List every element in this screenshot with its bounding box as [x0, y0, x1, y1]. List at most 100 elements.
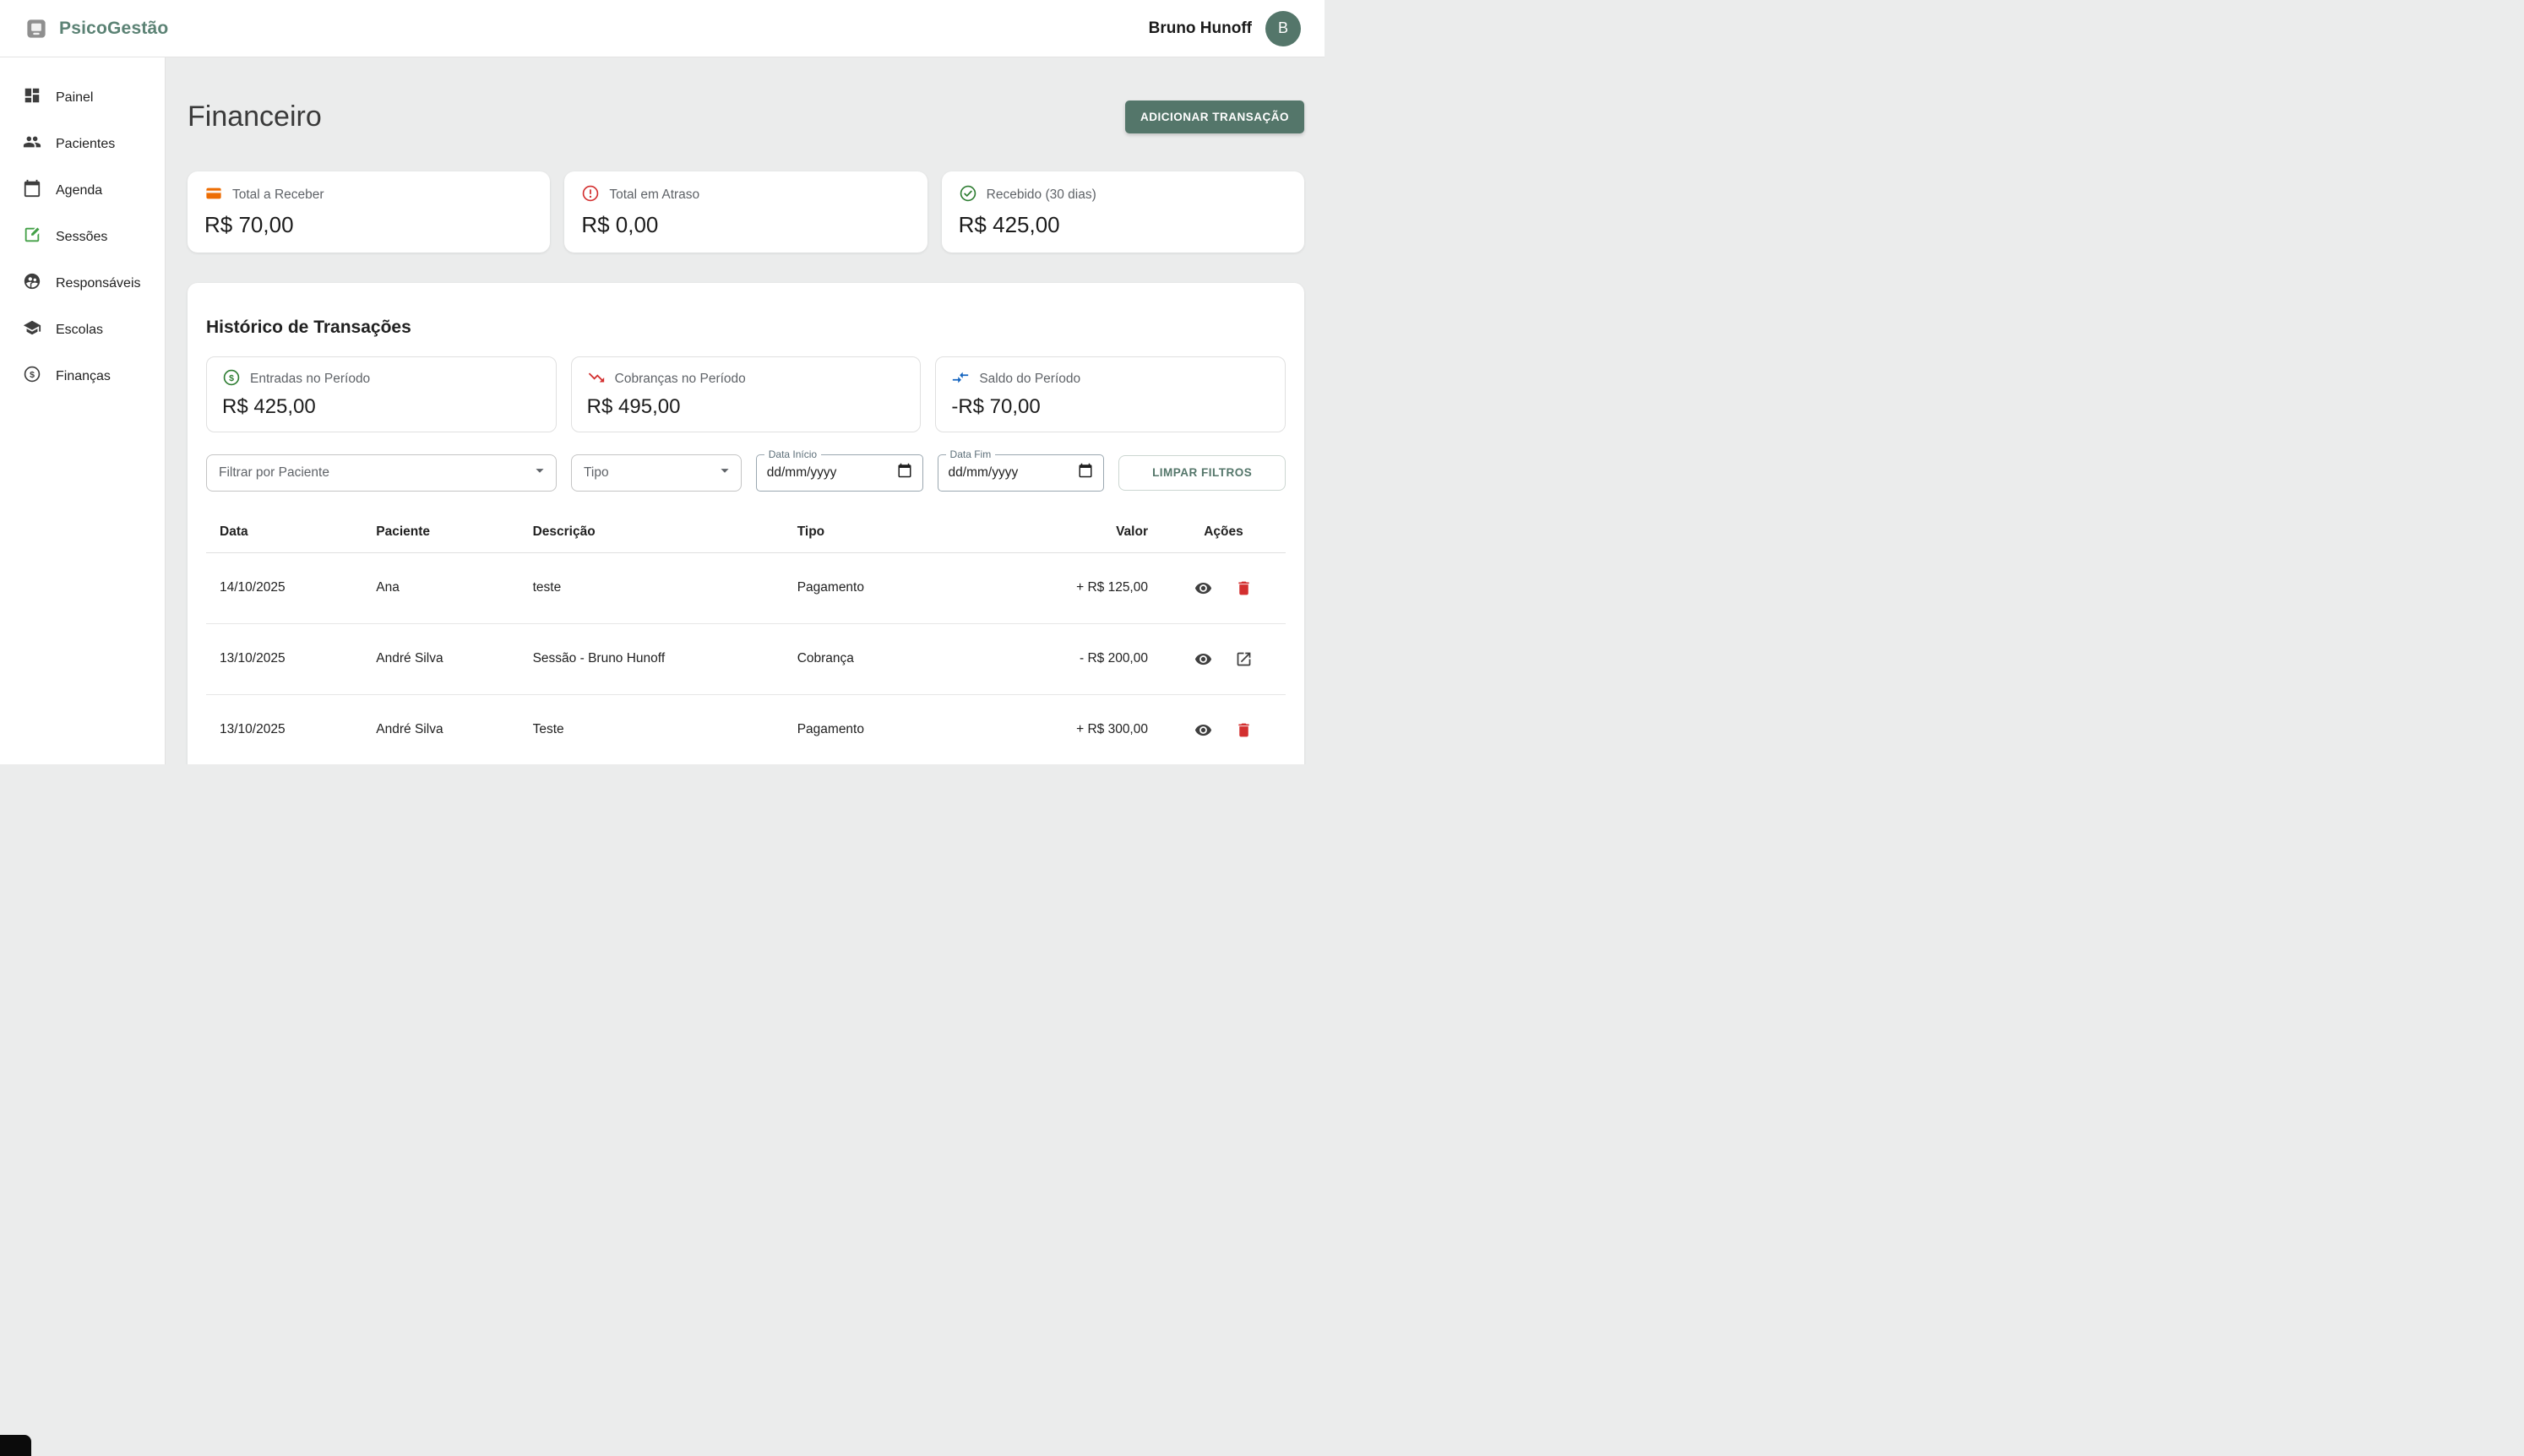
sidebar-item-label: Finanças: [56, 369, 111, 384]
sidebar-item-financas[interactable]: $ Finanças: [0, 353, 165, 399]
summary-cards-row: Total a Receber R$ 70,00 Total em Atraso…: [188, 171, 1304, 253]
app-logo-icon: [24, 16, 49, 41]
view-button[interactable]: [1192, 577, 1215, 600]
dollar-circle-icon: $: [23, 365, 41, 388]
sidebar-item-label: Agenda: [56, 183, 102, 198]
delete-button[interactable]: [1232, 719, 1255, 742]
view-button[interactable]: [1192, 719, 1215, 742]
app-shell: Painel Pacientes Agenda Sessões Responsá…: [0, 57, 1325, 764]
edit-square-icon: [23, 225, 41, 248]
dollar-circle-icon: $: [222, 368, 241, 391]
calendar-icon: [23, 179, 41, 202]
date-start-label: Data Início: [764, 448, 821, 460]
compare-arrows-icon: [951, 368, 970, 391]
school-icon: [23, 318, 41, 341]
cell-amount: + R$ 125,00: [1010, 552, 1161, 623]
column-header-acoes: Ações: [1161, 512, 1286, 553]
card-total-a-receber: Total a Receber R$ 70,00: [188, 171, 550, 253]
patient-filter-select[interactable]: Filtrar por Paciente: [206, 454, 557, 492]
sidebar-item-label: Sessões: [56, 230, 107, 245]
cell-date: 14/10/2025: [206, 552, 362, 623]
sidebar-item-responsaveis[interactable]: Responsáveis: [0, 260, 165, 307]
stat-value: R$ 70,00: [204, 212, 533, 238]
user-avatar[interactable]: B: [1265, 11, 1301, 46]
cell-date: 13/10/2025: [206, 694, 362, 764]
cell-date: 13/10/2025: [206, 623, 362, 694]
card-payment-icon: [204, 184, 223, 207]
stat-value: R$ 425,00: [959, 212, 1287, 238]
trash-icon: [1235, 579, 1253, 597]
table-row: 13/10/2025 André Silva Teste Pagamento +…: [206, 694, 1286, 764]
stat-label-text: Cobranças no Período: [615, 372, 746, 387]
eye-icon: [1194, 650, 1212, 668]
period-cards-row: $ Entradas no Período R$ 425,00 Cobrança…: [206, 356, 1286, 432]
guardians-circle-icon: [23, 272, 41, 295]
stat-label-text: Total em Atraso: [609, 187, 699, 203]
svg-text:$: $: [30, 370, 35, 380]
clear-filters-button[interactable]: LIMPAR FILTROS: [1118, 455, 1286, 491]
open-in-new-icon: [1235, 650, 1253, 668]
column-header-tipo: Tipo: [784, 512, 1010, 553]
delete-button[interactable]: [1232, 577, 1255, 600]
type-filter-select[interactable]: Tipo: [571, 454, 742, 492]
filters-row: Filtrar por Paciente Tipo Data Início dd…: [206, 454, 1286, 492]
cell-description: Sessão - Bruno Hunoff: [519, 623, 784, 694]
sidebar-item-label: Painel: [56, 90, 93, 106]
trash-icon: [1235, 721, 1253, 739]
column-header-valor: Valor: [1010, 512, 1161, 553]
transactions-history-card: Histórico de Transações $ Entradas no Pe…: [188, 283, 1304, 764]
card-recebido-30-dias: Recebido (30 dias) R$ 425,00: [942, 171, 1304, 253]
page-title: Financeiro: [188, 101, 322, 133]
date-end-input[interactable]: Data Fim dd/mm/yyyy: [938, 454, 1105, 492]
cell-description: teste: [519, 552, 784, 623]
cell-patient: Ana: [362, 552, 519, 623]
calendar-icon[interactable]: [1078, 463, 1093, 482]
cell-type: Cobrança: [784, 623, 1010, 694]
column-header-paciente: Paciente: [362, 512, 519, 553]
stat-value: -R$ 70,00: [951, 395, 1270, 419]
stat-label-text: Recebido (30 dias): [987, 187, 1096, 203]
svg-text:$: $: [229, 373, 234, 383]
date-start-input[interactable]: Data Início dd/mm/yyyy: [756, 454, 923, 492]
open-charge-button[interactable]: [1232, 648, 1255, 671]
app-name: PsicoGestão: [59, 19, 168, 39]
check-circle-icon: [959, 184, 977, 207]
sidebar-item-label: Responsáveis: [56, 276, 141, 291]
chevron-down-icon: [530, 461, 549, 484]
cell-patient: André Silva: [362, 694, 519, 764]
sidebar-item-pacientes[interactable]: Pacientes: [0, 121, 165, 167]
date-start-value: dd/mm/yyyy: [767, 465, 837, 481]
table-header-row: Data Paciente Descrição Tipo Valor Ações: [206, 512, 1286, 553]
card-saldo-periodo: Saldo do Período -R$ 70,00: [935, 356, 1286, 432]
people-icon: [23, 133, 41, 155]
cell-amount: - R$ 200,00: [1010, 623, 1161, 694]
chevron-down-icon: [715, 461, 734, 484]
add-transaction-button[interactable]: ADICIONAR TRANSAÇÃO: [1125, 101, 1304, 133]
sidebar-item-painel[interactable]: Painel: [0, 74, 165, 121]
sidebar-item-escolas[interactable]: Escolas: [0, 307, 165, 353]
calendar-icon[interactable]: [897, 463, 912, 482]
cell-type: Pagamento: [784, 694, 1010, 764]
card-cobrancas-periodo: Cobranças no Período R$ 495,00: [571, 356, 922, 432]
top-bar: PsicoGestão Bruno Hunoff B: [0, 0, 1325, 57]
type-filter-value: Tipo: [584, 465, 609, 481]
view-button[interactable]: [1192, 648, 1215, 671]
card-entradas-periodo: $ Entradas no Período R$ 425,00: [206, 356, 557, 432]
trending-down-icon: [587, 368, 606, 391]
column-header-data: Data: [206, 512, 362, 553]
transactions-table: Data Paciente Descrição Tipo Valor Ações…: [206, 512, 1286, 764]
eye-icon: [1194, 721, 1212, 739]
date-end-value: dd/mm/yyyy: [949, 465, 1019, 481]
sidebar-item-label: Escolas: [56, 323, 103, 338]
sidebar: Painel Pacientes Agenda Sessões Responsá…: [0, 57, 166, 764]
sidebar-item-sessoes[interactable]: Sessões: [0, 214, 165, 260]
stat-value: R$ 0,00: [581, 212, 910, 238]
sidebar-item-agenda[interactable]: Agenda: [0, 167, 165, 214]
user-area: Bruno Hunoff B: [1149, 11, 1301, 46]
app-brand[interactable]: PsicoGestão: [24, 16, 168, 41]
card-total-em-atraso: Total em Atraso R$ 0,00: [564, 171, 927, 253]
bottom-left-overlay: [0, 1435, 31, 1456]
main-content: Financeiro ADICIONAR TRANSAÇÃO Total a R…: [166, 57, 1325, 764]
cell-amount: + R$ 300,00: [1010, 694, 1161, 764]
eye-icon: [1194, 579, 1212, 597]
